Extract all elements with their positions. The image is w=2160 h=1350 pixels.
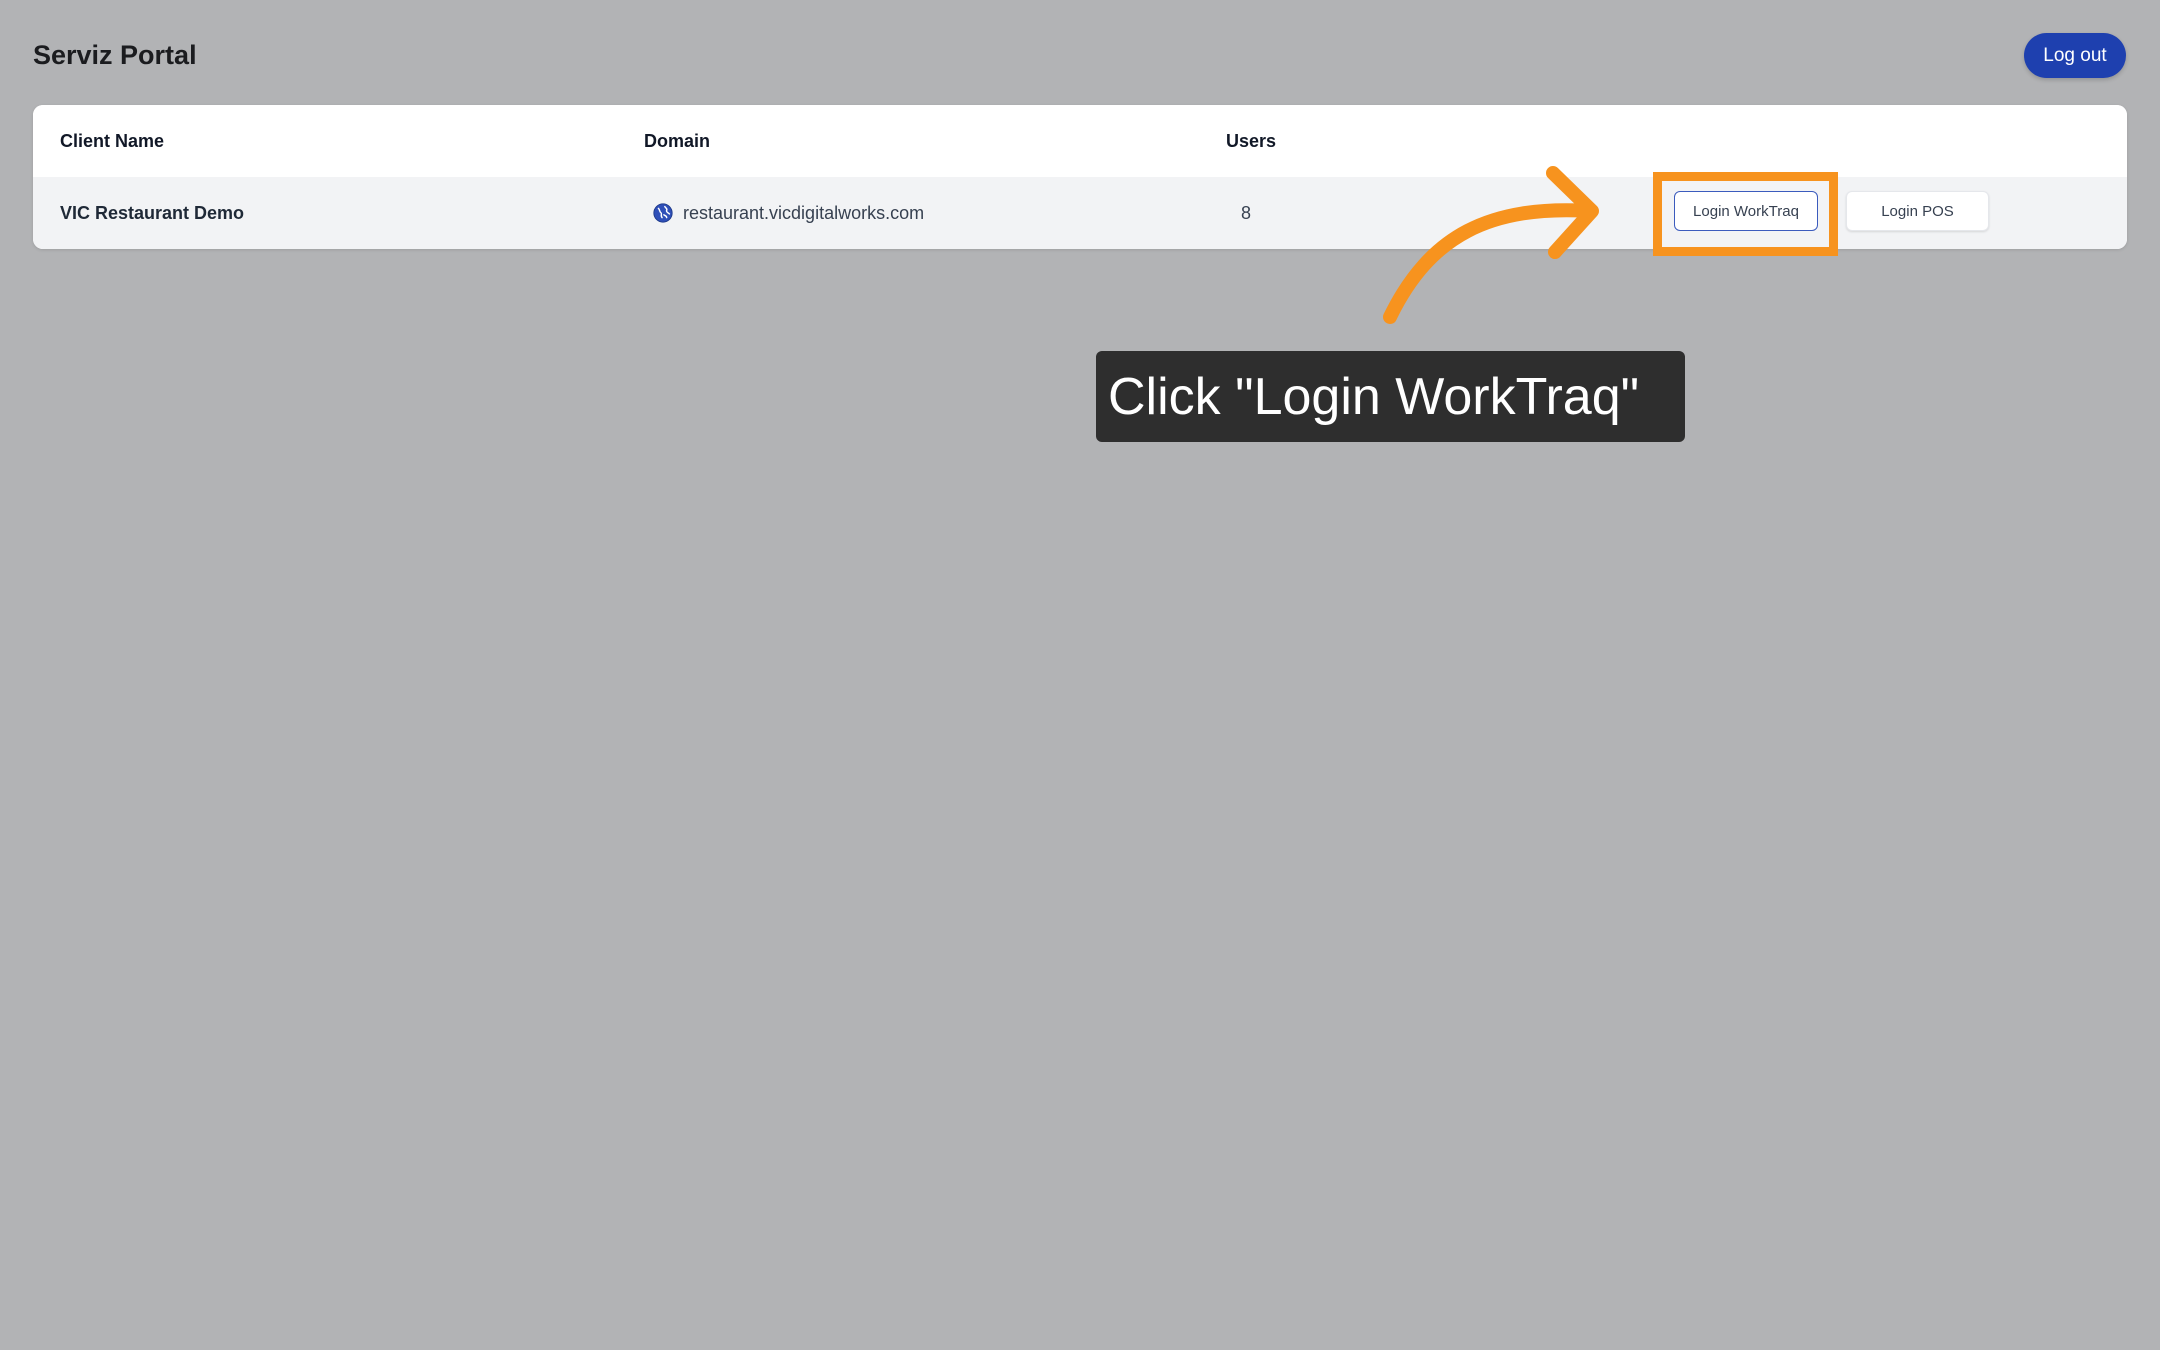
users-count-cell: 8 [1241,202,1252,223]
table-header: Client Name Domain Users [33,105,2127,177]
client-name-cell: VIC Restaurant Demo [60,202,245,223]
page-title: Serviz Portal [33,40,197,70]
login-pos-button[interactable]: Login POS [1846,191,1989,231]
column-header-domain: Domain [644,130,711,151]
domain-text[interactable]: restaurant.vicdigitalworks.com [683,203,924,224]
highlight-box [1653,172,1838,256]
column-header-client-name: Client Name [60,130,165,151]
globe-icon [652,202,674,224]
domain-cell: restaurant.vicdigitalworks.com [652,177,924,249]
logout-button[interactable]: Log out [2024,33,2126,78]
column-header-users: Users [1226,130,1277,151]
instruction-callout: Click "Login WorkTraq" [1096,351,1685,442]
